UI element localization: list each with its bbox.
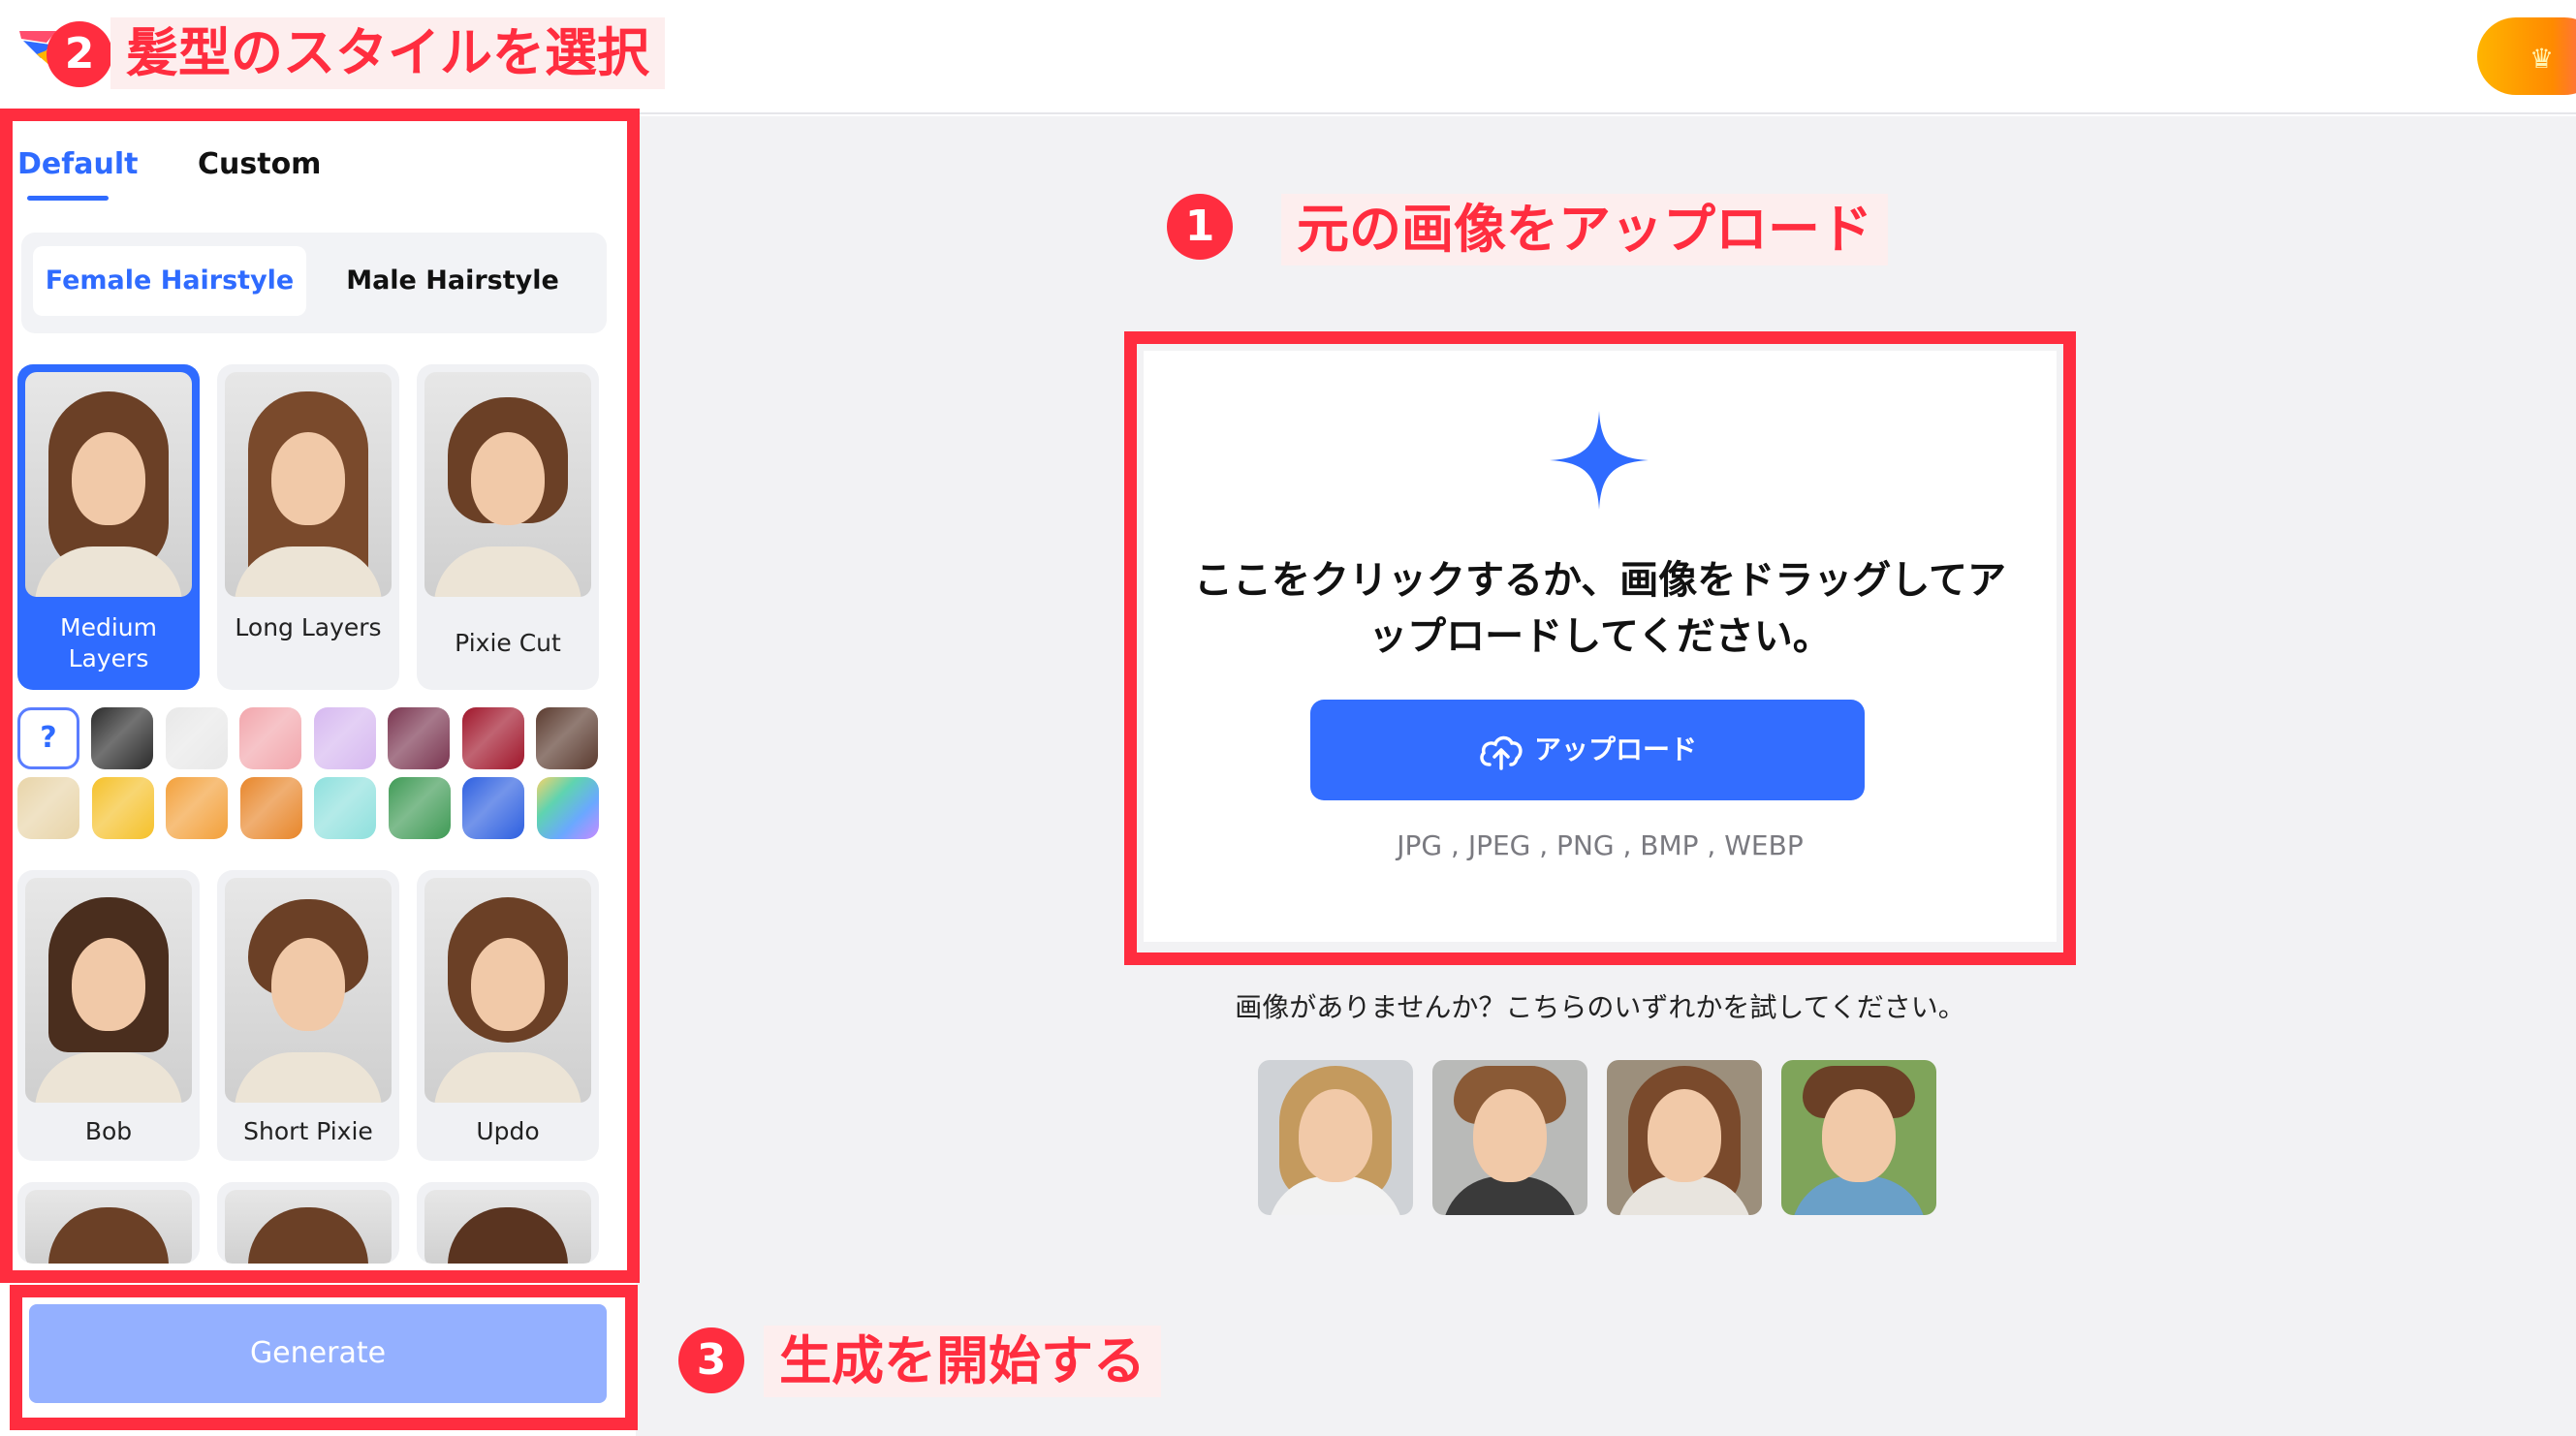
sample-image-3[interactable] [1607,1060,1762,1215]
crown-icon: ♛ [2529,43,2555,75]
sample-image-4[interactable] [1781,1060,1936,1215]
annotation-step-1-badge: 1 [1167,194,1233,260]
premium-button[interactable]: ♛ [2477,17,2576,95]
sample-image-2[interactable] [1432,1060,1587,1215]
annotation-box-upload [1124,331,2076,965]
annotation-step-3-badge: 3 [678,1327,744,1393]
annotation-step-1-text: 元の画像をアップロード [1281,194,1888,265]
annotation-step-2-badge: 2 [47,21,112,87]
annotation-step-3-text: 生成を開始する [764,1326,1161,1397]
annotation-box-generate [10,1285,638,1430]
sample-image-1[interactable] [1258,1060,1413,1215]
annotation-box-style [0,109,640,1283]
sample-prompt: 画像がありませんか？こちらのいずれかを試してください。 [1235,991,1965,1023]
annotation-step-2-text: 髪型のスタイルを選択 [110,17,665,89]
